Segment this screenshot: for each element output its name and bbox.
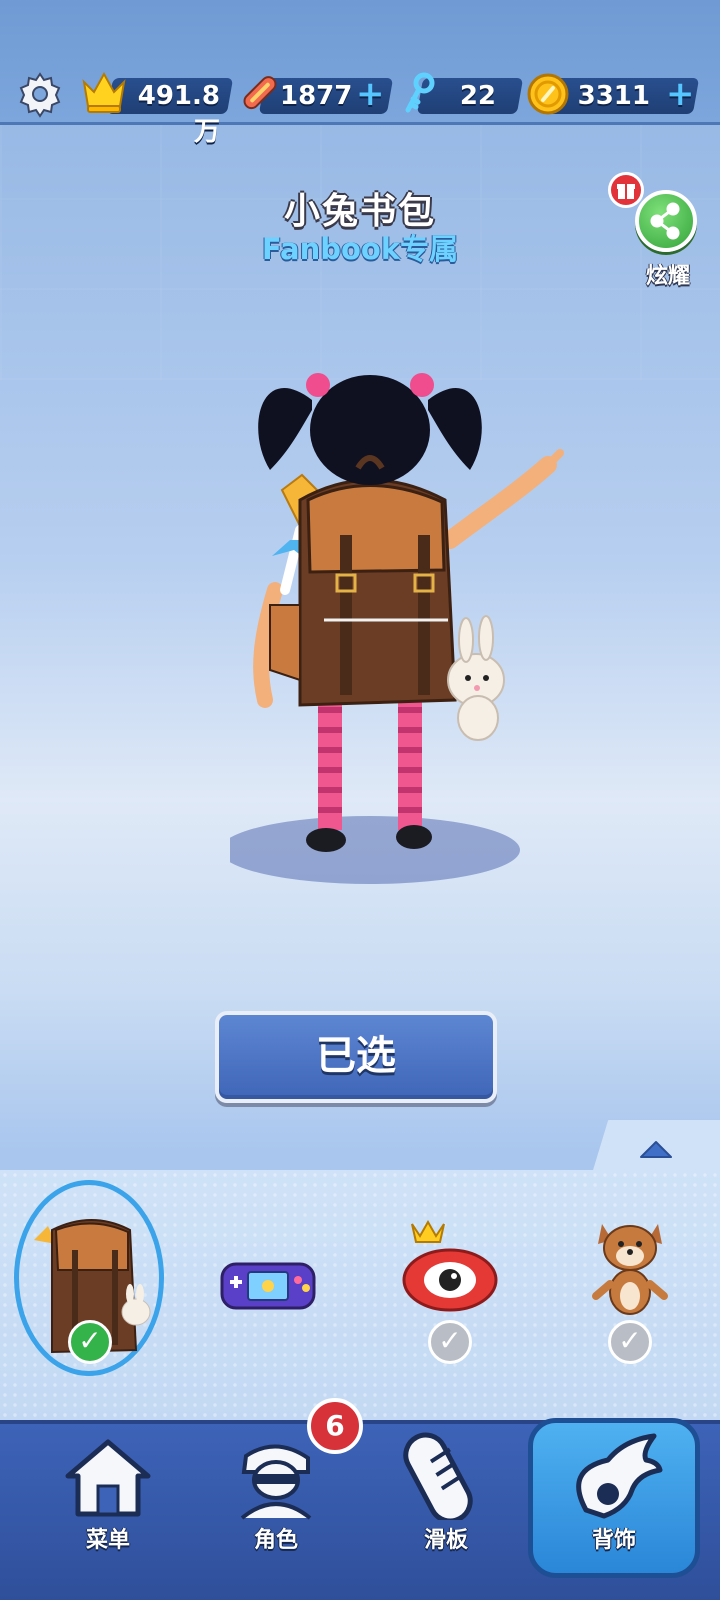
home-icon <box>65 1439 151 1517</box>
buy-boards-button[interactable]: + <box>356 76 385 112</box>
nav-menu[interactable]: 菜单 <box>28 1430 188 1590</box>
nav-backpack[interactable]: 背饰 <box>534 1430 694 1590</box>
item-eye-mascot-check-icon: ✓ <box>428 1320 472 1364</box>
skateboard-nav-icon <box>403 1432 473 1520</box>
share-label: 炫耀 <box>645 264 690 289</box>
crowns-value: 491.8万 <box>137 81 220 147</box>
coins-value: 3311 <box>577 81 650 111</box>
nav-menu-label: 菜单 <box>85 1528 130 1553</box>
character-preview[interactable] <box>230 340 590 900</box>
wing-icon <box>576 1433 663 1519</box>
nav-backpack-label: 背饰 <box>591 1528 636 1553</box>
skateboard-icon <box>243 76 277 110</box>
nav-board-label: 滑板 <box>423 1528 468 1553</box>
selected-button[interactable]: 已选 <box>215 1011 497 1103</box>
nav-character[interactable]: 角色 <box>196 1430 356 1590</box>
buy-coins-button[interactable]: + <box>666 76 695 112</box>
key-icon <box>405 72 435 113</box>
item-backpack-check-icon: ✓ <box>68 1320 112 1364</box>
boards-value: 1877 <box>280 81 353 111</box>
share-button[interactable] <box>635 190 697 252</box>
keys-value: 22 <box>459 81 496 111</box>
share-icon <box>650 202 680 240</box>
nav-character-label: 角色 <box>253 1528 298 1553</box>
item-game-console[interactable] <box>190 1200 350 1370</box>
nav-board[interactable]: 滑板 <box>366 1430 526 1590</box>
coin-icon <box>527 73 569 115</box>
item-subtitle: Fanbook专属 <box>261 232 459 266</box>
character-notification-badge: 6 <box>307 1398 363 1454</box>
gift-icon[interactable] <box>608 172 644 208</box>
settings-gear-icon[interactable] <box>16 70 64 118</box>
item-dog-mascot-check-icon: ✓ <box>608 1320 652 1364</box>
expand-panel-arrow-icon[interactable] <box>638 1138 674 1160</box>
